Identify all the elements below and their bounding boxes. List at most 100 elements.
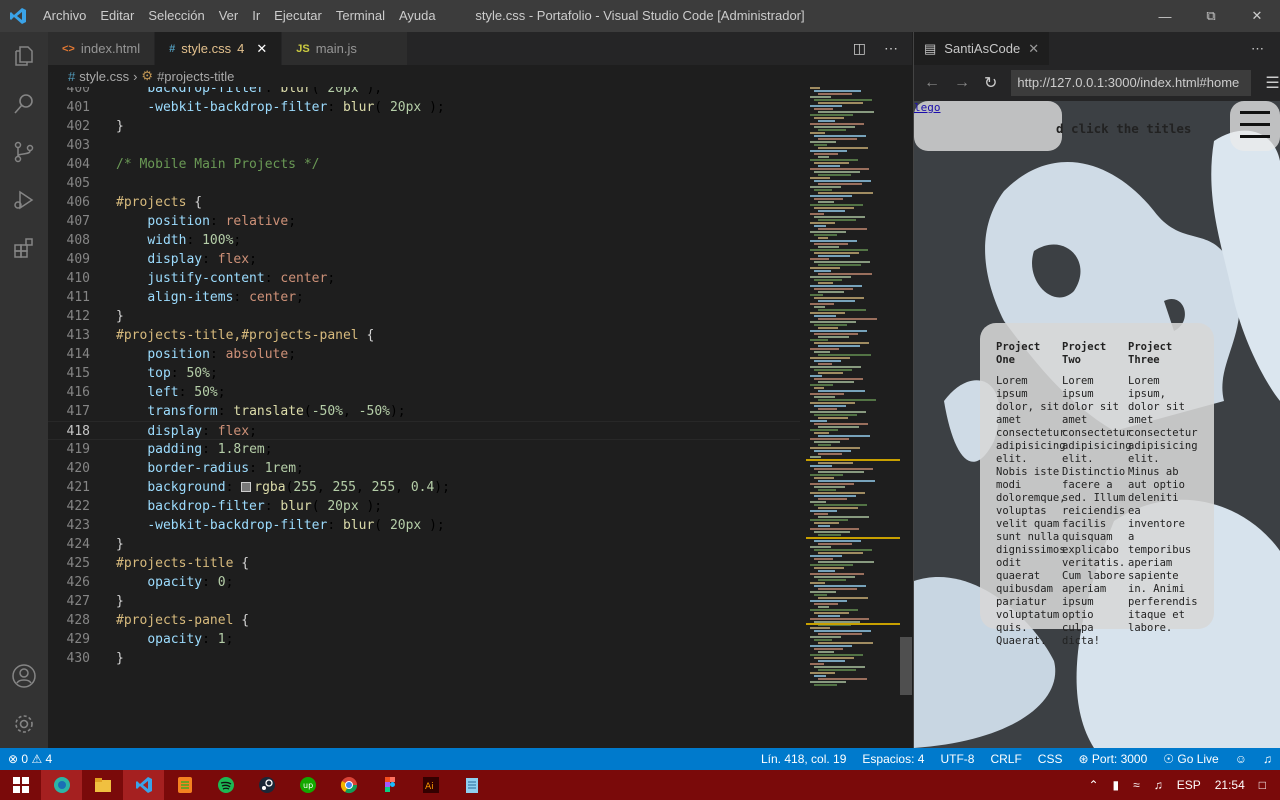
- menu-ir[interactable]: Ir: [245, 0, 267, 32]
- spotify-icon[interactable]: [205, 770, 246, 800]
- code-line[interactable]: 416 left: 50%;: [48, 383, 800, 402]
- code-line[interactable]: 413 #projects-title,#projects-panel {: [48, 326, 800, 345]
- code-line[interactable]: 417 transform: translate(-50%, -50%);: [48, 402, 800, 421]
- battery-icon[interactable]: ▮: [1113, 778, 1120, 792]
- forward-arrow-icon[interactable]: →: [954, 74, 970, 92]
- top-link[interactable]: lego: [914, 101, 941, 114]
- windows-start-icon[interactable]: [0, 770, 41, 800]
- code-line[interactable]: 418 display: flex;: [48, 421, 800, 440]
- notification-center-icon[interactable]: □: [1259, 778, 1266, 792]
- menu-archivo[interactable]: Archivo: [36, 0, 93, 32]
- edge-icon[interactable]: [41, 770, 82, 800]
- code-line[interactable]: 403: [48, 136, 800, 155]
- chrome-icon[interactable]: [328, 770, 369, 800]
- editor-scrollbar[interactable]: [900, 87, 912, 748]
- run-debug-icon[interactable]: [0, 176, 48, 224]
- language-mode[interactable]: CSS: [1030, 748, 1071, 770]
- code-line[interactable]: 410 justify-content: center;: [48, 269, 800, 288]
- code-line[interactable]: 411 align-items: center;: [48, 288, 800, 307]
- problems-indicator[interactable]: ⊗ 0 ⚠ 4: [0, 748, 60, 770]
- hamburger-menu-button[interactable]: [1230, 101, 1280, 151]
- project-column[interactable]: Project Two Lorem ipsum dolor sit amet c…: [1062, 341, 1132, 647]
- code-line[interactable]: 423 -webkit-backdrop-filter: blur( 20px …: [48, 516, 800, 535]
- menu-seleccion[interactable]: Selección: [141, 0, 211, 32]
- url-input[interactable]: http://127.0.0.1:3000/index.html#home: [1011, 70, 1252, 96]
- menu-icon[interactable]: ☰: [1265, 73, 1279, 93]
- code-line[interactable]: 420 border-radius: 1rem;: [48, 459, 800, 478]
- project-title[interactable]: Project Three: [1128, 341, 1194, 367]
- code-line[interactable]: 401 -webkit-backdrop-filter: blur( 20px …: [48, 98, 800, 117]
- search-icon[interactable]: [0, 80, 48, 128]
- clock[interactable]: 21:54: [1215, 778, 1245, 792]
- close-window-icon[interactable]: ✕: [1234, 0, 1280, 32]
- code-line[interactable]: 407 position: relative;: [48, 212, 800, 231]
- code-line[interactable]: 400 backdrop-filter: blur( 20px );: [48, 87, 800, 98]
- file-explorer-icon[interactable]: [82, 770, 123, 800]
- eol-setting[interactable]: CRLF: [982, 748, 1029, 770]
- code-line[interactable]: 428 #projects-panel {: [48, 611, 800, 630]
- close-tab-icon[interactable]: ✕: [1028, 41, 1039, 57]
- project-column[interactable]: Project Three Lorem ipsum, dolor sit ame…: [1128, 341, 1198, 634]
- close-tab-icon[interactable]: ✕: [256, 41, 267, 57]
- menu-editar[interactable]: Editar: [93, 0, 141, 32]
- tab-main-js[interactable]: JS main.js: [282, 32, 409, 65]
- project-title[interactable]: Project One: [996, 341, 1062, 367]
- steam-icon[interactable]: [246, 770, 287, 800]
- extensions-icon[interactable]: [0, 224, 48, 272]
- code-line[interactable]: 404/* Mobile Main Projects */: [48, 155, 800, 174]
- code-line[interactable]: 429 opacity: 1;: [48, 630, 800, 649]
- code-line[interactable]: 414 position: absolute;: [48, 345, 800, 364]
- more-actions-icon[interactable]: ⋯: [1251, 41, 1280, 57]
- project-column[interactable]: Project One Lorem ipsum dolor, sit amet …: [996, 341, 1066, 647]
- split-editor-icon[interactable]: ◫: [853, 40, 866, 57]
- encoding-setting[interactable]: UTF-8: [932, 748, 982, 770]
- web-page-viewport[interactable]: lego d click the titles Project One Lore…: [914, 101, 1280, 748]
- menu-ver[interactable]: Ver: [212, 0, 246, 32]
- reload-icon[interactable]: ↻: [984, 73, 997, 93]
- figma-icon[interactable]: [369, 770, 410, 800]
- source-control-icon[interactable]: [0, 128, 48, 176]
- code-line[interactable]: 408 width: 100%;: [48, 231, 800, 250]
- code-line[interactable]: 402}: [48, 117, 800, 136]
- language-indicator[interactable]: ESP: [1177, 778, 1201, 792]
- notifications-bell-icon[interactable]: ♫: [1255, 748, 1280, 770]
- menu-ejecutar[interactable]: Ejecutar: [267, 0, 329, 32]
- menu-terminal[interactable]: Terminal: [329, 0, 392, 32]
- code-line[interactable]: 412}: [48, 307, 800, 326]
- breadcrumb-symbol[interactable]: #projects-title: [157, 69, 234, 84]
- code-line[interactable]: 430}: [48, 649, 800, 668]
- go-live-button[interactable]: ☉ Go Live: [1155, 748, 1226, 770]
- tab-style-css[interactable]: # style.css 4 ✕: [155, 32, 283, 65]
- code-line[interactable]: 422 backdrop-filter: blur( 20px );: [48, 497, 800, 516]
- code-line[interactable]: 409 display: flex;: [48, 250, 800, 269]
- code-line[interactable]: 427}: [48, 592, 800, 611]
- explorer-icon[interactable]: [0, 32, 48, 80]
- breadcrumb-file[interactable]: style.css: [79, 69, 129, 84]
- minimap[interactable]: [806, 87, 900, 748]
- restore-icon[interactable]: ⧉: [1188, 0, 1234, 32]
- cursor-position[interactable]: Lín. 418, col. 19: [753, 748, 854, 770]
- chevron-up-icon[interactable]: ⌃: [1088, 778, 1098, 792]
- code-editor[interactable]: 400 backdrop-filter: blur( 20px ); 401 -w…: [48, 87, 800, 748]
- code-line[interactable]: 415 top: 50%;: [48, 364, 800, 383]
- indentation-setting[interactable]: Espacios: 4: [854, 748, 932, 770]
- project-title[interactable]: Project Two: [1062, 341, 1128, 367]
- code-line[interactable]: 424}: [48, 535, 800, 554]
- code-line[interactable]: 421 background: rgba(255, 255, 255, 0.4)…: [48, 478, 800, 497]
- volume-icon[interactable]: ♫: [1154, 778, 1163, 792]
- illustrator-icon[interactable]: Ai: [410, 770, 451, 800]
- code-line[interactable]: 426 opacity: 0;: [48, 573, 800, 592]
- more-actions-icon[interactable]: ⋯: [884, 40, 898, 57]
- feedback-icon[interactable]: ☺: [1227, 748, 1255, 770]
- code-line[interactable]: 405: [48, 174, 800, 193]
- upwork-icon[interactable]: up: [287, 770, 328, 800]
- live-server-port[interactable]: ⊛ Port: 3000: [1070, 748, 1155, 770]
- code-line[interactable]: 406 #projects {: [48, 193, 800, 212]
- vscode-icon[interactable]: [123, 770, 164, 800]
- back-arrow-icon[interactable]: ←: [924, 74, 940, 92]
- tab-index-html[interactable]: <> index.html: [48, 32, 156, 65]
- code-line[interactable]: 419 padding: 1.8rem;: [48, 440, 800, 459]
- settings-gear-icon[interactable]: [0, 700, 48, 748]
- code-line[interactable]: 425 #projects-title {: [48, 554, 800, 573]
- sublime-icon[interactable]: [164, 770, 205, 800]
